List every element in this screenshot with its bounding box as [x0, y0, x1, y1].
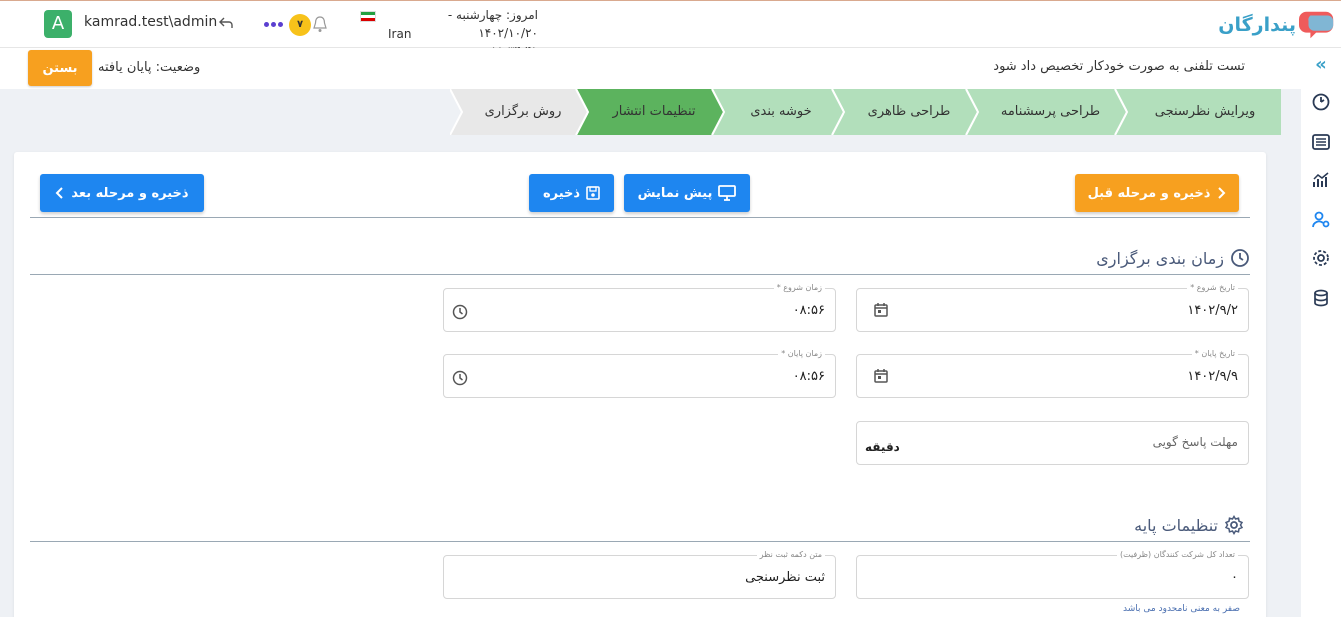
response-deadline-label: مهلت پاسخ گویی [1152, 435, 1238, 449]
collapse-sidebar-icon[interactable]: « [1311, 56, 1331, 76]
brand-logo[interactable]: پندارگان [1218, 5, 1337, 45]
step-label: روش برگزاری [484, 104, 562, 119]
save-and-next-button[interactable]: ذخیره و مرحله بعد [40, 174, 204, 212]
preview-label: پیش نمایش [637, 185, 713, 201]
list-icon[interactable] [1311, 132, 1331, 152]
country-selector[interactable]: Iran [360, 7, 411, 41]
schedule-divider [30, 274, 1250, 275]
more-icon[interactable] [264, 15, 285, 31]
chart-icon[interactable] [1311, 170, 1331, 190]
gear-icon[interactable] [1311, 248, 1331, 268]
step-label: خوشه بندی [750, 104, 812, 119]
step-label: طراحی ظاهری [867, 104, 951, 119]
step-label: تنظیمات انتشار [612, 104, 696, 119]
step-label: ویرایش نظرسنجی [1154, 104, 1256, 119]
chevron-left-icon [55, 187, 64, 199]
step-edit-survey[interactable]: ویرایش نظرسنجی [1115, 89, 1281, 135]
floppy-disk-icon [586, 186, 600, 200]
monitor-icon [718, 185, 737, 201]
step-appearance-design[interactable]: طراحی ظاهری [832, 89, 978, 135]
save-and-prev-button[interactable]: ذخیره و مرحله قبل [1075, 174, 1239, 212]
end-time-label: زمان پایان * [778, 349, 825, 358]
submit-button-text-label: متن دکمه ثبت نظر [756, 550, 825, 559]
step-label: طراحی پرسشنامه [1000, 104, 1101, 119]
submit-button-text-field[interactable]: متن دکمه ثبت نظر ثبت نظرسنجی [443, 550, 836, 599]
save-and-next-label: ذخیره و مرحله بعد [71, 185, 189, 201]
start-time-value: ۰۸:۵۶ [792, 303, 825, 318]
country-name: Iran [388, 27, 412, 41]
notification-badge[interactable]: ۷ [289, 14, 311, 36]
calendar-icon[interactable] [873, 368, 889, 384]
survey-title: تست تلفنی به صورت خودکار تخصیص داد شود [993, 59, 1245, 74]
gear-icon [1224, 515, 1244, 535]
status-text: وضعیت: پایان یافته [98, 60, 201, 75]
base-settings-divider [30, 541, 1250, 542]
capacity-hint: صفر به معنی نامحدود می باشد [1123, 604, 1240, 614]
save-button[interactable]: ذخیره [529, 174, 614, 212]
step-publish-settings[interactable]: تنظیمات انتشار [576, 89, 724, 135]
brand-name: پندارگان [1218, 14, 1296, 36]
submit-button-text-value: ثبت نظرسنجی [745, 570, 825, 585]
end-time-value: ۰۸:۵۶ [792, 369, 825, 384]
capacity-label: تعداد کل شرکت کنندگان (ظرفیت) [1117, 550, 1238, 559]
top-header: پندارگان امروز: چهارشنبه - ۱۴۰۲/۱۰/۲۰ ۱۱… [0, 0, 1341, 58]
main-card: ذخیره و مرحله قبل پیش نمایش ذخیره ذخیره … [14, 152, 1266, 617]
clock-icon[interactable] [452, 370, 468, 386]
chevron-right-icon [1218, 187, 1226, 199]
schedule-title-text: زمان بندی برگزاری [1096, 248, 1224, 268]
deadline-unit: دقیقه [865, 440, 900, 454]
logout-icon[interactable] [218, 15, 234, 31]
start-time-field[interactable]: زمان شروع * ۰۸:۵۶ [443, 283, 836, 332]
capacity-value: ۰ [1231, 570, 1238, 585]
response-deadline-field[interactable]: مهلت پاسخ گویی دقیقه [856, 421, 1249, 465]
calendar-icon[interactable] [873, 302, 889, 318]
logo-icon [1299, 11, 1334, 39]
user-settings-icon[interactable] [1311, 210, 1331, 230]
dashboard-icon[interactable] [1311, 92, 1331, 112]
base-settings-section-title: تنظیمات پایه [1134, 515, 1244, 535]
bell-icon[interactable] [312, 15, 328, 33]
end-date-value: ۱۴۰۲/۹/۹ [1187, 369, 1238, 384]
close-button[interactable]: بستن [28, 50, 92, 86]
start-date-field[interactable]: تاریخ شروع * ۱۴۰۲/۹/۲ [856, 283, 1249, 332]
step-clustering[interactable]: خوشه بندی [712, 89, 844, 135]
base-settings-title-text: تنظیمات پایه [1134, 515, 1218, 535]
end-time-field[interactable]: زمان پایان * ۰۸:۵۶ [443, 349, 836, 398]
start-time-label: زمان شروع * [773, 283, 825, 292]
database-icon[interactable] [1311, 288, 1331, 308]
toolbar-divider [30, 217, 1250, 218]
step-questionnaire-design[interactable]: طراحی پرسشنامه [966, 89, 1127, 135]
end-date-field[interactable]: تاریخ پایان * ۱۴۰۲/۹/۹ [856, 349, 1249, 398]
right-sidebar: « [1301, 48, 1341, 617]
status-bar: بستن وضعیت: پایان یافته تست تلفنی به صور… [0, 48, 1301, 89]
start-date-value: ۱۴۰۲/۹/۲ [1187, 303, 1238, 318]
clock-icon[interactable] [452, 304, 468, 320]
end-date-label: تاریخ پایان * [1191, 349, 1238, 358]
username: kamrad.test\admin [84, 14, 218, 30]
clock-icon [1231, 249, 1249, 267]
iran-flag-icon [360, 11, 376, 22]
schedule-section-title: زمان بندی برگزاری [1096, 248, 1250, 268]
capacity-field[interactable]: تعداد کل شرکت کنندگان (ظرفیت) ۰ [856, 550, 1249, 599]
avatar[interactable]: A [44, 10, 72, 38]
start-date-label: تاریخ شروع * [1187, 283, 1238, 292]
save-and-prev-label: ذخیره و مرحله قبل [1087, 185, 1211, 201]
wizard-steps: ویرایش نظرسنجی طراحی پرسشنامه طراحی ظاهر… [0, 89, 1281, 135]
save-label: ذخیره [542, 185, 581, 201]
preview-button[interactable]: پیش نمایش [624, 174, 750, 212]
step-holding-method[interactable]: روش برگزاری [450, 89, 588, 135]
